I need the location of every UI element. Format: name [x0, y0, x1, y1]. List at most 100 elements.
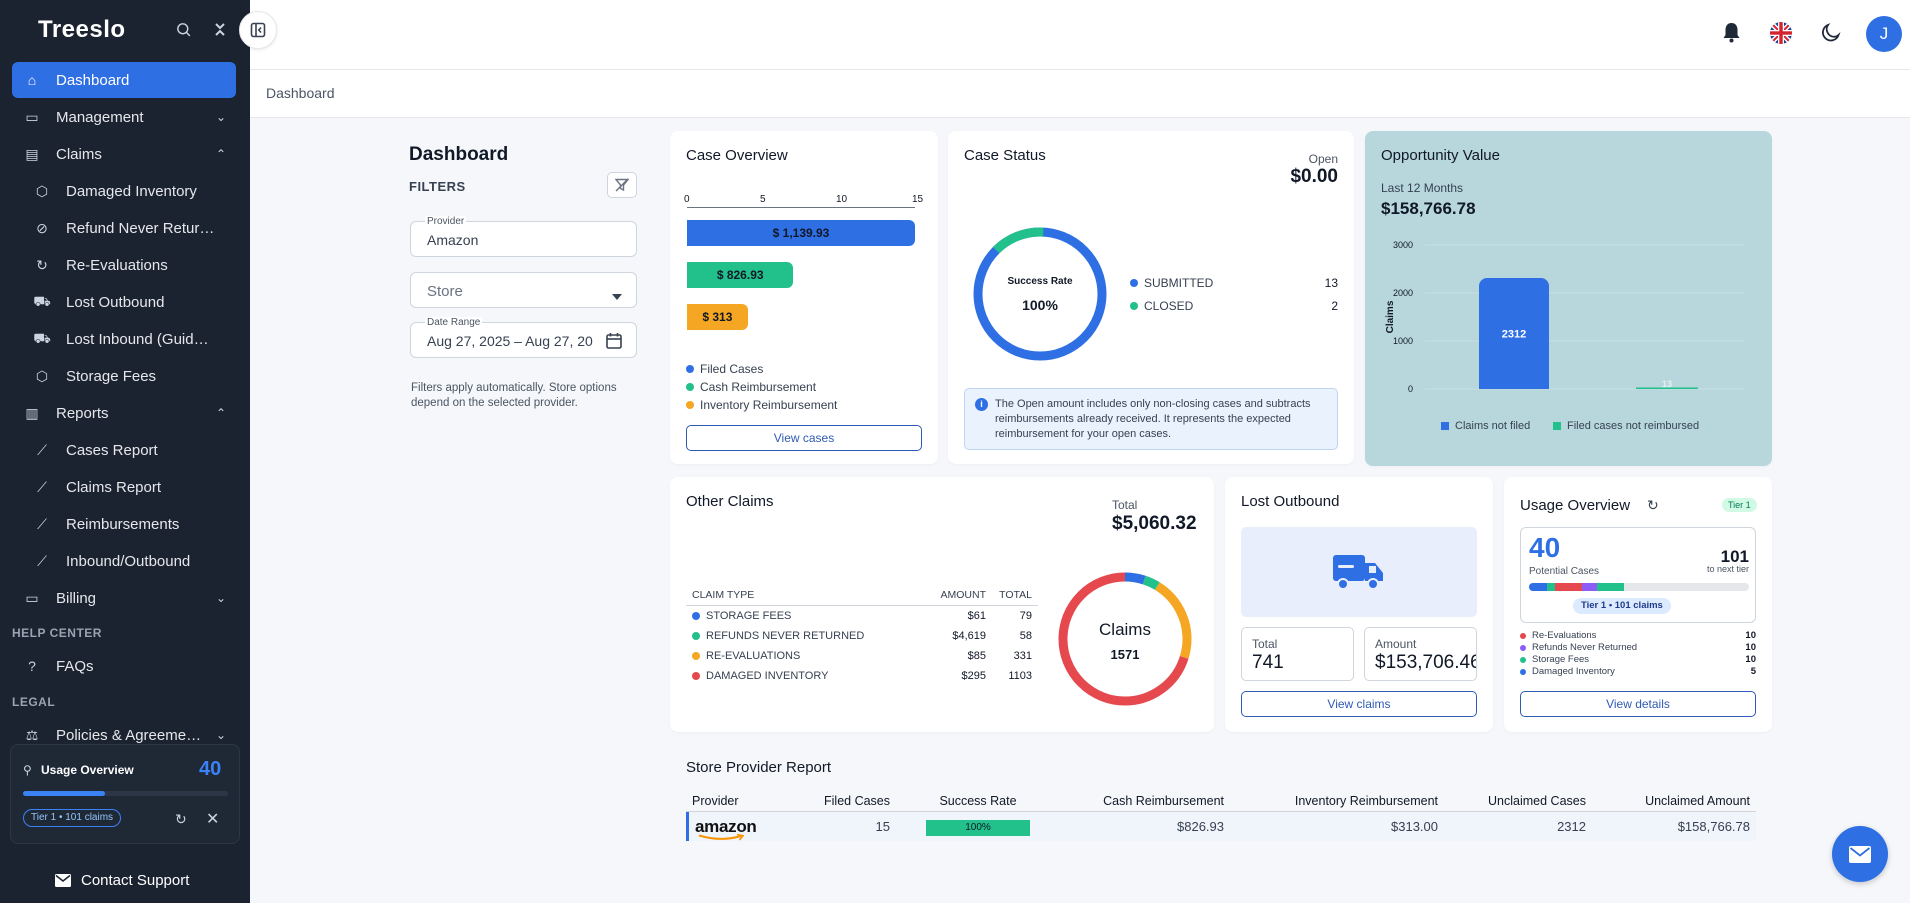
refresh-icon[interactable]: ↻: [1647, 497, 1659, 514]
claim-type-cell: STORAGE FEES: [692, 610, 926, 622]
date-range-field[interactable]: Date Range Aug 27, 2025 – Aug 27, 20: [410, 317, 637, 358]
usage-count-label: Potential Cases: [1529, 566, 1600, 577]
unclaimed-amount-value: $158,766.78: [1677, 819, 1750, 834]
table-row: REFUNDS NEVER RETURNED $4,619 58: [686, 626, 1038, 646]
legend-dot: [692, 612, 700, 620]
filed-value: 15: [875, 819, 890, 834]
store-select[interactable]: Store: [410, 272, 637, 308]
case-overview-legend-item: Filed Cases: [686, 362, 763, 376]
sidebar-item-dashboard[interactable]: ⌂ Dashboard: [12, 62, 236, 98]
success-rate-donut: Success Rate 100%: [973, 227, 1107, 361]
legend-dot: [692, 652, 700, 660]
view-cases-button[interactable]: View cases: [686, 425, 922, 451]
legend-dot: [686, 383, 694, 391]
lost-outbound-amount-value: $153,706.46: [1375, 652, 1477, 673]
sidebar-item-reports[interactable]: ▥ Reports ⌃: [12, 395, 236, 431]
usage-progress-segment: [1597, 583, 1624, 591]
amazon-smile-icon: [698, 833, 745, 841]
sidebar-toggle-button[interactable]: [239, 11, 277, 49]
sidebar-usage-progress: [23, 791, 228, 796]
sidebar-item-cases-report[interactable]: ⟋ Cases Report: [12, 432, 236, 468]
briefcase-icon: ▭: [25, 108, 39, 125]
opportunity-legend-item: Claims not filed: [1441, 420, 1530, 432]
search-icon[interactable]: [175, 21, 192, 43]
contact-support-button[interactable]: Contact Support: [55, 872, 189, 889]
chevron-down-icon: ⌄: [215, 728, 226, 742]
sidebar-item-damaged-inventory[interactable]: ⬡ Damaged Inventory: [12, 173, 236, 209]
sidebar-item-claims-report[interactable]: ⟋ Claims Report: [12, 469, 236, 505]
clipboard-icon: ▤: [25, 145, 39, 162]
filters-heading: FILTERS: [409, 179, 466, 194]
chevron-down-icon: ⌄: [215, 110, 226, 124]
chevron-up-icon: ⌃: [215, 147, 226, 161]
case-overview-bar: $ 1,139.93: [687, 220, 915, 246]
sidebar-item-label: Dashboard: [56, 71, 130, 89]
bar-value-label: $ 313: [702, 310, 733, 324]
legend-dot: [686, 365, 694, 373]
usage-tier-badge: Tier 1: [1722, 498, 1757, 512]
sidebar-item-faqs[interactable]: ? FAQs: [12, 648, 236, 684]
usage-legend-item: Re-Evaluations 10: [1520, 630, 1756, 641]
view-claims-button[interactable]: View claims: [1241, 691, 1477, 717]
legend-dot: [1130, 279, 1138, 287]
provider-field[interactable]: Provider Amazon: [410, 216, 637, 257]
usage-summary-box: 40 Potential Cases 101 to next tier Tier…: [1520, 527, 1756, 623]
total-cell: 79: [1019, 610, 1032, 622]
line-chart-icon: ⟋: [37, 441, 47, 458]
sidebar-usage-count: 40: [199, 758, 222, 780]
case-status-legend-item: CLOSED 2: [1130, 299, 1338, 313]
chat-fab-button[interactable]: [1832, 826, 1888, 882]
legend-value: 10: [1745, 630, 1756, 641]
legend-dot: [686, 401, 694, 409]
sidebar-item-lost-outbound[interactable]: ⛟ Lost Outbound: [12, 284, 236, 320]
usage-progress-segment: [1555, 583, 1582, 591]
legend-swatch: [1553, 422, 1561, 430]
legend-swatch: [1441, 422, 1449, 430]
bell-icon[interactable]: [1722, 22, 1741, 48]
sidebar-item-refund-never-retur[interactable]: ⊘ Refund Never Retur…: [12, 210, 236, 246]
refresh-icon[interactable]: ↻: [175, 811, 187, 828]
mail-icon: [1849, 845, 1871, 863]
sidebar-item-label: Storage Fees: [66, 367, 157, 385]
column-header: Inventory Reimbursement: [1294, 793, 1438, 808]
sidebar-item-inbound-outbound[interactable]: ⟋ Inbound/Outbound: [12, 543, 236, 579]
sidebar-item-management[interactable]: ▭ Management ⌄: [12, 99, 236, 135]
sidebar-item-billing[interactable]: ▭ Billing ⌄: [12, 580, 236, 616]
help-circle-icon: ?: [28, 658, 36, 674]
calendar-icon[interactable]: [606, 332, 622, 354]
other-claims-total-label: Total: [1112, 498, 1138, 512]
filter-off-icon: [615, 178, 629, 192]
close-icon[interactable]: ✕: [206, 809, 219, 829]
collapse-chevrons-icon[interactable]: [213, 21, 227, 43]
table-header: Provider Filed Cases Success Rate Cash Reim…: [686, 790, 1756, 812]
claim-type-label: STORAGE FEES: [706, 610, 792, 622]
cash-cell: $826.93: [1060, 819, 1230, 834]
total-cell: 1103: [1008, 670, 1032, 682]
sidebar-item-label: Reports: [56, 404, 109, 422]
provider-label: Provider: [425, 216, 467, 227]
claims-donut-value: 1571: [1111, 647, 1140, 662]
sidebar-item-storage-fees[interactable]: ⬡ Storage Fees: [12, 358, 236, 394]
sidebar-item-lost-inbound-guid[interactable]: ⛟ Lost Inbound (Guid…: [12, 321, 236, 357]
sidebar-item-reimbursements[interactable]: ⟋ Reimbursements: [12, 506, 236, 542]
moon-icon[interactable]: [1821, 23, 1841, 48]
box-icon: ⬡: [35, 182, 49, 199]
sidebar-item-re-evaluations[interactable]: ↻ Re-Evaluations: [12, 247, 236, 283]
clear-filters-button[interactable]: [607, 172, 637, 198]
unclaimed-amount-cell: $158,766.78: [1592, 819, 1756, 834]
user-avatar[interactable]: J: [1866, 16, 1902, 52]
table-row[interactable]: amazon 15 100% $826.93 $313.00 2312 $158,766.7…: [686, 812, 1756, 841]
sidebar-item-claims[interactable]: ▤ Claims ⌃: [12, 136, 236, 172]
column-header: AMOUNT: [940, 589, 987, 601]
claims-donut-title: Claims: [1099, 620, 1151, 639]
legend-label: Claims not filed: [1455, 420, 1531, 432]
legend-dot: [1520, 632, 1526, 639]
table-row: DAMAGED INVENTORY $295 1103: [686, 666, 1038, 686]
legend-value: 10: [1745, 642, 1756, 653]
view-details-button[interactable]: View details: [1520, 691, 1756, 717]
lost-outbound-card: Lost Outbound Total 741 Amount $153,706.…: [1225, 477, 1493, 732]
filters-note: Filters apply automatically. Store optio…: [411, 382, 617, 409]
uk-flag-icon[interactable]: [1770, 22, 1792, 49]
cash-value: $826.93: [1177, 819, 1224, 834]
opportunity-title: Opportunity Value: [1381, 147, 1500, 164]
